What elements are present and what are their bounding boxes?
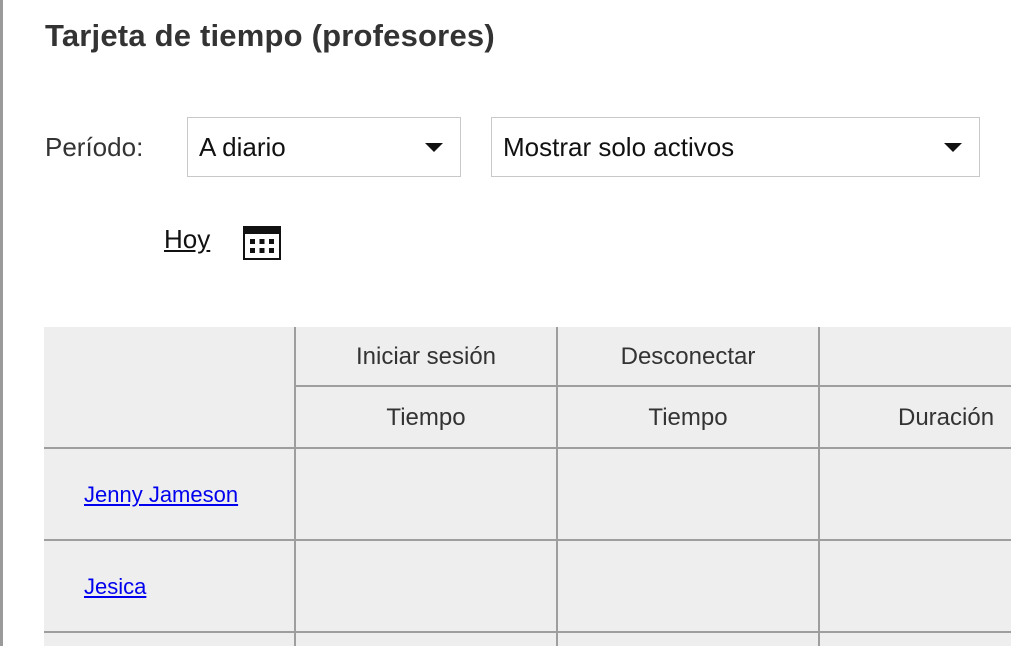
page-title: Tarjeta de tiempo (profesores) — [45, 18, 495, 53]
teacher-link-jesica[interactable]: Jesica — [84, 574, 146, 600]
status-filter-select[interactable]: Mostrar solo activos — [491, 117, 980, 177]
column-divider — [818, 327, 820, 646]
row-divider — [44, 631, 1011, 633]
today-link[interactable]: Hoy — [164, 224, 210, 255]
header-login-time: Tiempo — [386, 404, 466, 431]
caret-down-icon — [944, 143, 962, 152]
column-divider — [556, 327, 558, 646]
period-select-value: A diario — [199, 132, 286, 162]
period-label: Período: — [45, 132, 144, 162]
header-login: Iniciar sesión — [355, 343, 497, 370]
header-logout-time: Tiempo — [648, 404, 728, 431]
timecard-table: Iniciar sesión Desconectar Tiempo Tiempo… — [44, 327, 1011, 646]
period-select[interactable]: A diario — [187, 117, 461, 177]
teacher-link-jenny-jameson[interactable]: Jenny Jameson — [84, 482, 238, 508]
column-divider — [294, 327, 296, 646]
row-divider — [44, 539, 1011, 541]
caret-down-icon — [425, 143, 443, 152]
status-filter-value: Mostrar solo activos — [503, 132, 735, 162]
header-divider — [296, 385, 1011, 387]
header-duration: Duración — [898, 404, 995, 431]
header-bottom-divider — [44, 447, 1011, 449]
window-left-border — [0, 0, 3, 646]
header-logout: Desconectar — [620, 343, 756, 370]
calendar-icon[interactable] — [243, 226, 281, 260]
